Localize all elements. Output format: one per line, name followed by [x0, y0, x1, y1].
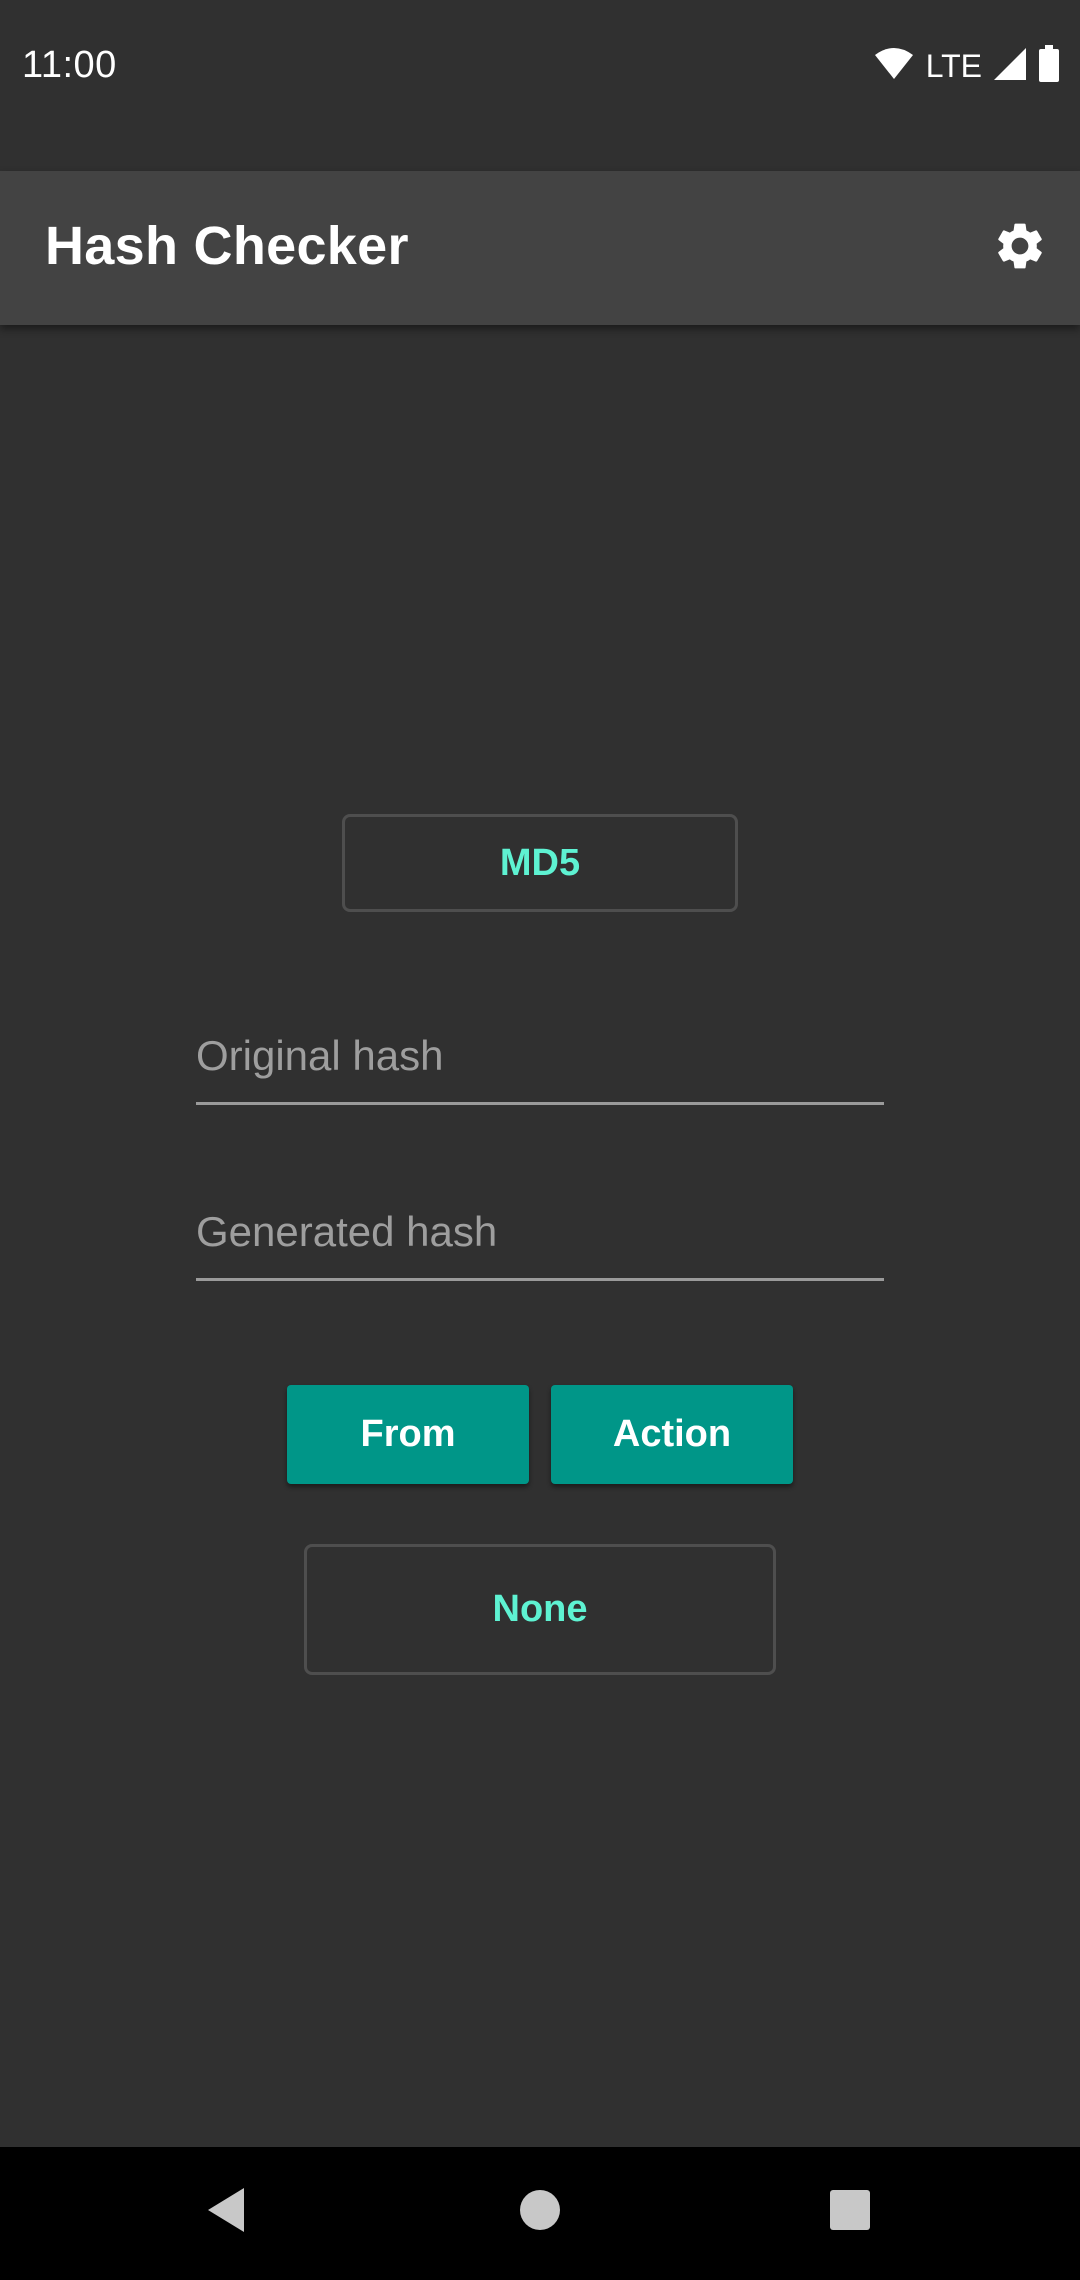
screen: 11:00 LTE Hash Checker MD5 Original hash…: [0, 0, 1080, 2280]
network-type-label: LTE: [925, 47, 982, 84]
generated-hash-field: [196, 1171, 884, 1281]
status-icons: LTE: [874, 44, 1060, 88]
nav-back-button[interactable]: [196, 2182, 256, 2242]
nav-home-button[interactable]: [510, 2182, 570, 2242]
original-hash-input[interactable]: [196, 995, 884, 1102]
recents-icon: [829, 2189, 871, 2236]
gear-icon: [992, 218, 1048, 279]
home-icon: [519, 2189, 561, 2236]
original-hash-field: [196, 995, 884, 1105]
status-time: 11:00: [22, 44, 117, 86]
back-icon: [204, 2186, 248, 2239]
wifi-icon: [874, 47, 914, 86]
signal-icon: [992, 46, 1028, 87]
compare-result-button[interactable]: None: [304, 1544, 776, 1675]
app-title: Hash Checker: [45, 216, 409, 276]
action-button[interactable]: Action: [551, 1385, 793, 1484]
battery-icon: [1038, 44, 1060, 88]
status-bar: 11:00 LTE: [0, 0, 1080, 171]
app-bar: Hash Checker: [0, 171, 1080, 325]
hash-algorithm-button[interactable]: MD5: [342, 814, 738, 912]
from-button[interactable]: From: [287, 1385, 529, 1484]
nav-recents-button[interactable]: [820, 2182, 880, 2242]
generated-hash-input[interactable]: [196, 1171, 884, 1278]
settings-button[interactable]: [990, 218, 1050, 278]
